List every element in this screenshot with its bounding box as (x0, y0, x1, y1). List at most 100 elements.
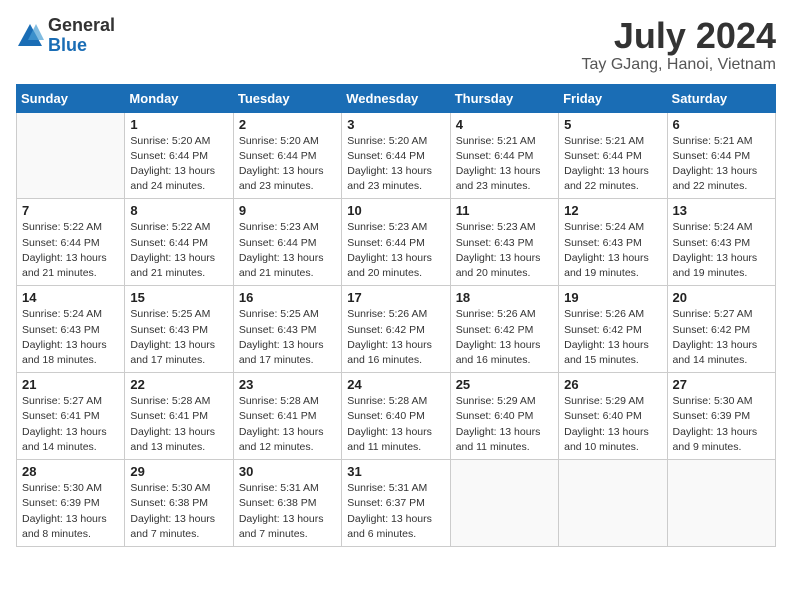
calendar-cell (559, 460, 667, 547)
day-info: Sunrise: 5:29 AMSunset: 6:40 PMDaylight:… (456, 394, 553, 455)
calendar-cell: 15Sunrise: 5:25 AMSunset: 6:43 PMDayligh… (125, 286, 233, 373)
day-info: Sunrise: 5:28 AMSunset: 6:40 PMDaylight:… (347, 394, 444, 455)
day-number: 17 (347, 290, 444, 305)
day-info: Sunrise: 5:21 AMSunset: 6:44 PMDaylight:… (564, 134, 661, 195)
day-number: 24 (347, 377, 444, 392)
day-info: Sunrise: 5:22 AMSunset: 6:44 PMDaylight:… (22, 220, 119, 281)
day-info: Sunrise: 5:24 AMSunset: 6:43 PMDaylight:… (564, 220, 661, 281)
logo-general: General (48, 16, 115, 36)
day-info: Sunrise: 5:29 AMSunset: 6:40 PMDaylight:… (564, 394, 661, 455)
calendar-cell: 12 Sunrise: 5:24 AMSunset: 6:43 PMDayligh… (559, 199, 667, 286)
calendar-cell: 19 Sunrise: 5:26 AMSunset: 6:42 PMDayligh… (559, 286, 667, 373)
day-number: 19 (564, 290, 661, 305)
day-number: 4 (456, 117, 553, 132)
calendar-cell: 1Sunrise: 5:20 AMSunset: 6:44 PMDaylight… (125, 112, 233, 199)
day-number: 18 (456, 290, 553, 305)
calendar-cell: 11 Sunrise: 5:23 AMSunset: 6:43 PMDayligh… (450, 199, 558, 286)
title-block: July 2024 Tay GJang, Hanoi, Vietnam (582, 16, 776, 74)
month-year: July 2024 (582, 16, 776, 56)
weekday-header-saturday: Saturday (667, 84, 775, 112)
calendar-week-row: 28Sunrise: 5:30 AMSunset: 6:39 PMDayligh… (17, 460, 776, 547)
calendar-cell: 22 Sunrise: 5:28 AMSunset: 6:41 PMDayligh… (125, 373, 233, 460)
day-number: 21 (22, 377, 119, 392)
day-info: Sunrise: 5:26 AMSunset: 6:42 PMDaylight:… (456, 307, 553, 368)
calendar-body: 1Sunrise: 5:20 AMSunset: 6:44 PMDaylight… (17, 112, 776, 546)
calendar-cell: 20 Sunrise: 5:27 AMSunset: 6:42 PMDayligh… (667, 286, 775, 373)
day-number: 11 (456, 203, 553, 218)
calendar-cell: 8 Sunrise: 5:22 AMSunset: 6:44 PMDaylight… (125, 199, 233, 286)
day-number: 14 (22, 290, 119, 305)
day-number: 7 (22, 203, 119, 218)
day-number: 26 (564, 377, 661, 392)
day-number: 22 (130, 377, 227, 392)
day-number: 8 (130, 203, 227, 218)
calendar-cell: 18 Sunrise: 5:26 AMSunset: 6:42 PMDayligh… (450, 286, 558, 373)
day-info: Sunrise: 5:24 AMSunset: 6:43 PMDaylight:… (673, 220, 770, 281)
day-number: 30 (239, 464, 336, 479)
weekday-header-friday: Friday (559, 84, 667, 112)
day-info: Sunrise: 5:28 AMSunset: 6:41 PMDaylight:… (130, 394, 227, 455)
weekday-header-wednesday: Wednesday (342, 84, 450, 112)
day-number: 12 (564, 203, 661, 218)
calendar-cell: 28Sunrise: 5:30 AMSunset: 6:39 PMDayligh… (17, 460, 125, 547)
weekday-header-row: SundayMondayTuesdayWednesdayThursdayFrid… (17, 84, 776, 112)
weekday-header-monday: Monday (125, 84, 233, 112)
calendar-table: SundayMondayTuesdayWednesdayThursdayFrid… (16, 84, 776, 547)
day-info: Sunrise: 5:28 AMSunset: 6:41 PMDaylight:… (239, 394, 336, 455)
day-info: Sunrise: 5:27 AMSunset: 6:41 PMDaylight:… (22, 394, 119, 455)
logo: General Blue (16, 16, 115, 56)
day-number: 9 (239, 203, 336, 218)
calendar-cell: 6 Sunrise: 5:21 AMSunset: 6:44 PMDaylight… (667, 112, 775, 199)
calendar-cell: 5 Sunrise: 5:21 AMSunset: 6:44 PMDaylight… (559, 112, 667, 199)
calendar-week-row: 1Sunrise: 5:20 AMSunset: 6:44 PMDaylight… (17, 112, 776, 199)
calendar-week-row: 14 Sunrise: 5:24 AMSunset: 6:43 PMDayligh… (17, 286, 776, 373)
day-info: Sunrise: 5:20 AMSunset: 6:44 PMDaylight:… (239, 134, 336, 195)
page-header: General Blue July 2024 Tay GJang, Hanoi,… (16, 16, 776, 74)
weekday-header-tuesday: Tuesday (233, 84, 341, 112)
calendar-cell (450, 460, 558, 547)
day-number: 6 (673, 117, 770, 132)
day-info: Sunrise: 5:24 AMSunset: 6:43 PMDaylight:… (22, 307, 119, 368)
calendar-cell (667, 460, 775, 547)
calendar-cell: 23Sunrise: 5:28 AMSunset: 6:41 PMDayligh… (233, 373, 341, 460)
calendar-week-row: 7 Sunrise: 5:22 AMSunset: 6:44 PMDaylight… (17, 199, 776, 286)
day-info: Sunrise: 5:27 AMSunset: 6:42 PMDaylight:… (673, 307, 770, 368)
day-info: Sunrise: 5:21 AMSunset: 6:44 PMDaylight:… (456, 134, 553, 195)
day-number: 5 (564, 117, 661, 132)
calendar-cell: 27Sunrise: 5:30 AMSunset: 6:39 PMDayligh… (667, 373, 775, 460)
location: Tay GJang, Hanoi, Vietnam (582, 56, 776, 74)
day-number: 20 (673, 290, 770, 305)
weekday-header-thursday: Thursday (450, 84, 558, 112)
day-info: Sunrise: 5:23 AMSunset: 6:43 PMDaylight:… (456, 220, 553, 281)
calendar-cell: 24 Sunrise: 5:28 AMSunset: 6:40 PMDayligh… (342, 373, 450, 460)
calendar-cell: 26 Sunrise: 5:29 AMSunset: 6:40 PMDayligh… (559, 373, 667, 460)
day-info: Sunrise: 5:20 AMSunset: 6:44 PMDaylight:… (347, 134, 444, 195)
calendar-cell: 4 Sunrise: 5:21 AMSunset: 6:44 PMDaylight… (450, 112, 558, 199)
day-info: Sunrise: 5:21 AMSunset: 6:44 PMDaylight:… (673, 134, 770, 195)
day-number: 28 (22, 464, 119, 479)
day-number: 16 (239, 290, 336, 305)
calendar-cell: 29Sunrise: 5:30 AMSunset: 6:38 PMDayligh… (125, 460, 233, 547)
logo-blue-text: Blue (48, 36, 115, 56)
logo-text: General Blue (48, 16, 115, 56)
day-number: 13 (673, 203, 770, 218)
calendar-cell: 14 Sunrise: 5:24 AMSunset: 6:43 PMDayligh… (17, 286, 125, 373)
day-number: 2 (239, 117, 336, 132)
calendar-cell: 2 Sunrise: 5:20 AMSunset: 6:44 PMDaylight… (233, 112, 341, 199)
day-info: Sunrise: 5:26 AMSunset: 6:42 PMDaylight:… (564, 307, 661, 368)
calendar-cell: 9 Sunrise: 5:23 AMSunset: 6:44 PMDaylight… (233, 199, 341, 286)
calendar-cell: 21 Sunrise: 5:27 AMSunset: 6:41 PMDayligh… (17, 373, 125, 460)
calendar-cell: 10Sunrise: 5:23 AMSunset: 6:44 PMDayligh… (342, 199, 450, 286)
day-info: Sunrise: 5:30 AMSunset: 6:38 PMDaylight:… (130, 481, 227, 542)
day-info: Sunrise: 5:20 AMSunset: 6:44 PMDaylight:… (130, 134, 227, 195)
calendar-cell: 17Sunrise: 5:26 AMSunset: 6:42 PMDayligh… (342, 286, 450, 373)
calendar-cell: 30Sunrise: 5:31 AMSunset: 6:38 PMDayligh… (233, 460, 341, 547)
calendar-cell: 13 Sunrise: 5:24 AMSunset: 6:43 PMDayligh… (667, 199, 775, 286)
day-number: 27 (673, 377, 770, 392)
calendar-week-row: 21 Sunrise: 5:27 AMSunset: 6:41 PMDayligh… (17, 373, 776, 460)
calendar-cell: 31Sunrise: 5:31 AMSunset: 6:37 PMDayligh… (342, 460, 450, 547)
weekday-header-sunday: Sunday (17, 84, 125, 112)
day-info: Sunrise: 5:22 AMSunset: 6:44 PMDaylight:… (130, 220, 227, 281)
day-info: Sunrise: 5:23 AMSunset: 6:44 PMDaylight:… (239, 220, 336, 281)
day-number: 25 (456, 377, 553, 392)
